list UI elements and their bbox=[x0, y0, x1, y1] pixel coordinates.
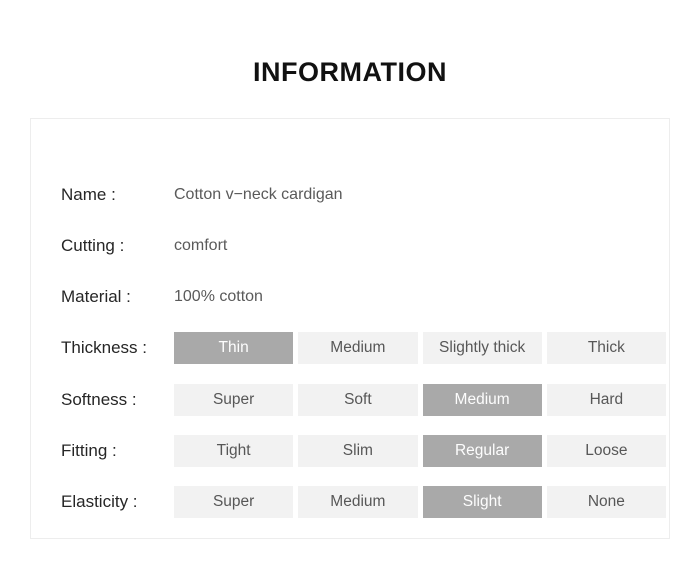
option-row-softness: Softness : Super Soft Medium Hard bbox=[31, 384, 669, 416]
option-cell[interactable]: Regular bbox=[422, 435, 542, 467]
info-row-value: Cotton v−neck cardigan bbox=[174, 186, 343, 203]
option-group-elasticity: Super Medium Slight None bbox=[174, 486, 666, 518]
option-group-softness: Super Soft Medium Hard bbox=[174, 384, 666, 416]
option-cell[interactable]: Thick bbox=[546, 332, 666, 364]
option-cell[interactable]: Medium bbox=[298, 332, 418, 364]
option-cell[interactable]: Loose bbox=[546, 435, 666, 467]
option-cell[interactable]: Soft bbox=[298, 384, 418, 416]
option-group-thickness: Thin Medium Slightly thick Thick bbox=[174, 332, 666, 364]
option-row-fitting: Fitting : Tight Slim Regular Loose bbox=[31, 435, 669, 467]
info-row-label: Cutting : bbox=[61, 236, 125, 255]
option-cell[interactable]: None bbox=[546, 486, 666, 518]
option-cell[interactable]: Slightly thick bbox=[422, 332, 542, 364]
option-cell[interactable]: Slim bbox=[298, 435, 418, 467]
option-cell[interactable]: Medium bbox=[298, 486, 418, 518]
option-cell[interactable]: Tight bbox=[174, 435, 294, 467]
info-row-value: 100% cotton bbox=[174, 288, 263, 305]
option-row-label: Fitting : bbox=[61, 441, 117, 460]
information-card: Name : Cotton v−neck cardigan Cutting : … bbox=[30, 118, 670, 539]
info-row-material: Material : 100% cotton bbox=[31, 285, 669, 309]
option-cell[interactable]: Slight bbox=[422, 486, 542, 518]
info-row-value: comfort bbox=[174, 237, 228, 254]
option-cell[interactable]: Medium bbox=[422, 384, 542, 416]
option-row-label: Elasticity : bbox=[61, 492, 138, 511]
option-row-label: Softness : bbox=[61, 390, 137, 409]
option-row-label: Thickness : bbox=[61, 338, 147, 357]
option-group-fitting: Tight Slim Regular Loose bbox=[174, 435, 666, 467]
option-cell[interactable]: Thin bbox=[174, 332, 294, 364]
info-row-name: Name : Cotton v−neck cardigan bbox=[31, 183, 669, 207]
option-row-elasticity: Elasticity : Super Medium Slight None bbox=[31, 486, 669, 518]
info-row-label: Material : bbox=[61, 287, 131, 306]
page-title: INFORMATION bbox=[253, 57, 447, 87]
info-row-cutting: Cutting : comfort bbox=[31, 234, 669, 258]
option-row-thickness: Thickness : Thin Medium Slightly thick T… bbox=[31, 332, 669, 364]
option-cell[interactable]: Super bbox=[174, 384, 294, 416]
info-row-label: Name : bbox=[61, 185, 116, 204]
option-cell[interactable]: Hard bbox=[546, 384, 666, 416]
option-cell[interactable]: Super bbox=[174, 486, 294, 518]
